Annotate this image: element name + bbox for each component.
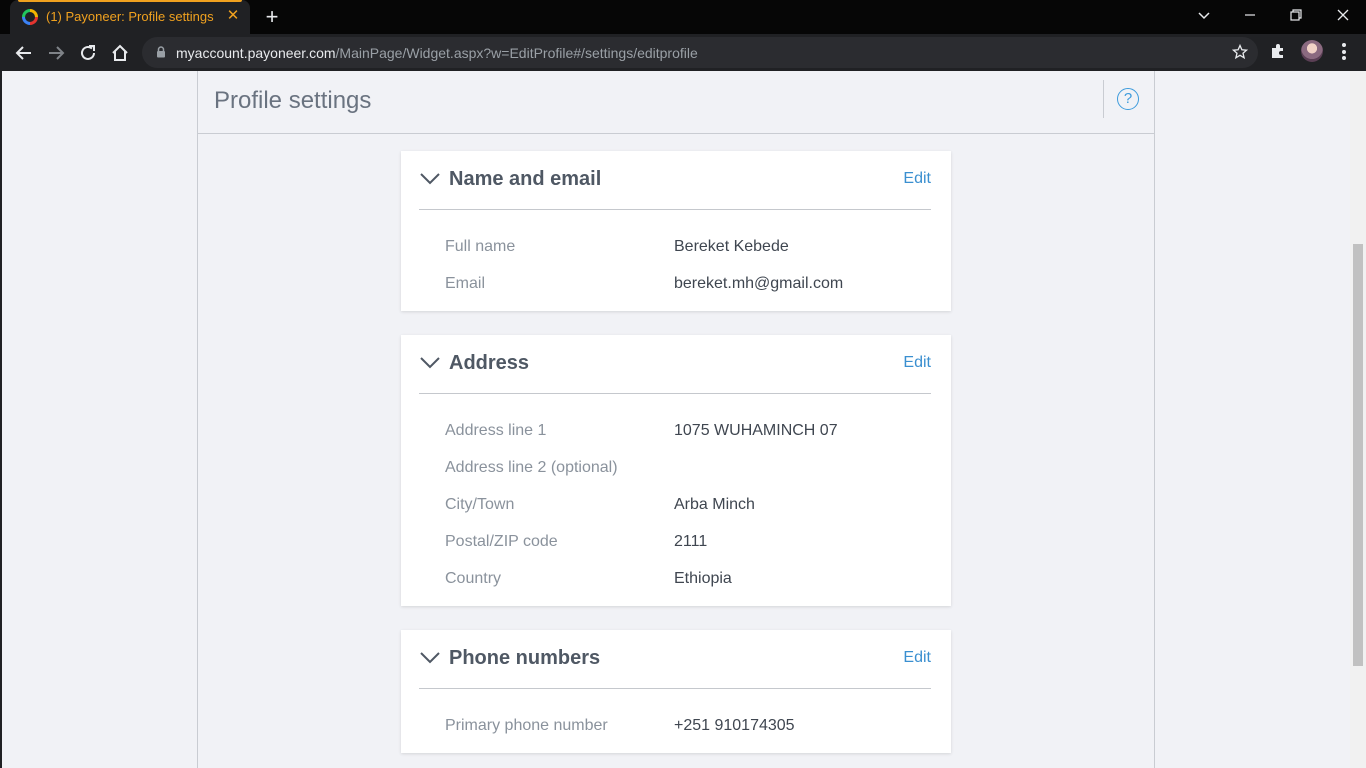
phone-numbers-card: Phone numbers Edit Primary phone number … [401, 630, 951, 753]
panel-header: Profile settings ? [198, 71, 1154, 134]
address-bar[interactable]: myaccount.payoneer.com/MainPage/Widget.a… [142, 37, 1258, 68]
field-row: Address line 1 1075 WUHAMINCH 07 [445, 422, 925, 444]
field-row: Primary phone number +251 910174305 [445, 717, 925, 739]
card-header[interactable]: Address Edit [419, 335, 931, 394]
minimize-button[interactable] [1227, 0, 1273, 30]
address-card: Address Edit Address line 1 1075 WUHAMIN… [401, 335, 951, 606]
help-icon[interactable]: ? [1117, 88, 1139, 110]
url-path: /MainPage/Widget.aspx?w=EditProfile#/set… [335, 45, 698, 61]
tab-accent-bar [18, 0, 242, 2]
field-value: Arba Minch [674, 496, 755, 513]
field-label: Country [445, 570, 502, 587]
field-label: Postal/ZIP code [445, 533, 558, 550]
card-header[interactable]: Phone numbers Edit [419, 630, 931, 689]
back-button[interactable] [10, 39, 38, 67]
home-icon [112, 44, 128, 61]
forward-icon [49, 46, 65, 60]
field-value: bereket.mh@gmail.com [674, 275, 844, 292]
chevron-down-icon[interactable] [419, 650, 441, 666]
name-email-card: Name and email Edit Full name Bereket Ke… [401, 151, 951, 311]
close-icon [1337, 9, 1349, 21]
browser-tab[interactable]: (1) Payoneer: Profile settings ✕ [10, 0, 250, 34]
header-divider [1103, 80, 1104, 118]
window-edge [0, 71, 2, 768]
field-value: 2111 [674, 533, 708, 550]
extensions-icon[interactable] [1268, 42, 1288, 62]
browser-menu-button[interactable] [1336, 43, 1352, 63]
edit-name-email-button[interactable]: Edit [903, 170, 931, 188]
field-label: Email [445, 275, 486, 292]
tab-title: (1) Payoneer: Profile settings [46, 9, 214, 24]
field-row: Country Ethiopia [445, 570, 925, 592]
restore-icon [1290, 9, 1302, 21]
field-row: Postal/ZIP code 2111 [445, 533, 925, 555]
edit-address-button[interactable]: Edit [903, 354, 931, 372]
new-tab-button[interactable]: + [260, 5, 284, 29]
browser-toolbar: myaccount.payoneer.com/MainPage/Widget.a… [0, 34, 1366, 71]
page-viewport: Profile settings ? Name and email Edit F… [0, 71, 1366, 768]
page-title: Profile settings [214, 87, 372, 114]
star-icon[interactable] [1232, 44, 1248, 60]
tab-search-button[interactable] [1181, 0, 1227, 30]
close-window-button[interactable] [1320, 0, 1366, 30]
url-text: myaccount.payoneer.com/MainPage/Widget.a… [176, 45, 698, 61]
field-value: +251 910174305 [674, 717, 795, 734]
home-button[interactable] [106, 39, 134, 67]
section-title: Address [449, 352, 530, 374]
restore-button[interactable] [1273, 0, 1319, 30]
profile-settings-panel: Profile settings ? Name and email Edit F… [197, 71, 1155, 768]
payoneer-favicon-icon [22, 9, 38, 25]
field-row: City/Town Arba Minch [445, 496, 925, 518]
field-label: Address line 1 [445, 422, 547, 439]
field-row: Email bereket.mh@gmail.com [445, 275, 925, 297]
field-value: Bereket Kebede [674, 238, 789, 255]
chevron-down-icon[interactable] [419, 171, 441, 187]
field-value: 1075 WUHAMINCH 07 [674, 422, 838, 439]
page-scrollbar[interactable] [1350, 71, 1366, 768]
field-row: Address line 2 (optional) [445, 459, 925, 481]
field-value: Ethiopia [674, 570, 732, 587]
edit-phone-button[interactable]: Edit [903, 649, 931, 667]
back-icon [15, 46, 31, 60]
url-host: myaccount.payoneer.com [176, 45, 336, 61]
section-title: Name and email [449, 168, 602, 190]
field-label: Primary phone number [445, 717, 608, 734]
field-row: Full name Bereket Kebede [445, 238, 925, 260]
reload-button[interactable] [74, 39, 102, 67]
reload-icon [81, 45, 95, 60]
browser-tab-strip: (1) Payoneer: Profile settings ✕ + [0, 0, 1366, 34]
chevron-down-icon[interactable] [419, 355, 441, 371]
minimize-icon [1245, 14, 1255, 16]
lock-icon [157, 46, 165, 58]
field-label: Full name [445, 238, 516, 255]
scrollbar-thumb[interactable] [1353, 244, 1363, 666]
card-header[interactable]: Name and email Edit [419, 151, 931, 210]
chevron-down-icon [1198, 12, 1210, 20]
field-label: Address line 2 (optional) [445, 459, 618, 476]
profile-avatar[interactable] [1301, 40, 1323, 62]
section-title: Phone numbers [449, 647, 601, 669]
forward-button[interactable] [42, 39, 70, 67]
field-label: City/Town [445, 496, 515, 513]
tab-close-icon[interactable]: ✕ [224, 7, 242, 25]
